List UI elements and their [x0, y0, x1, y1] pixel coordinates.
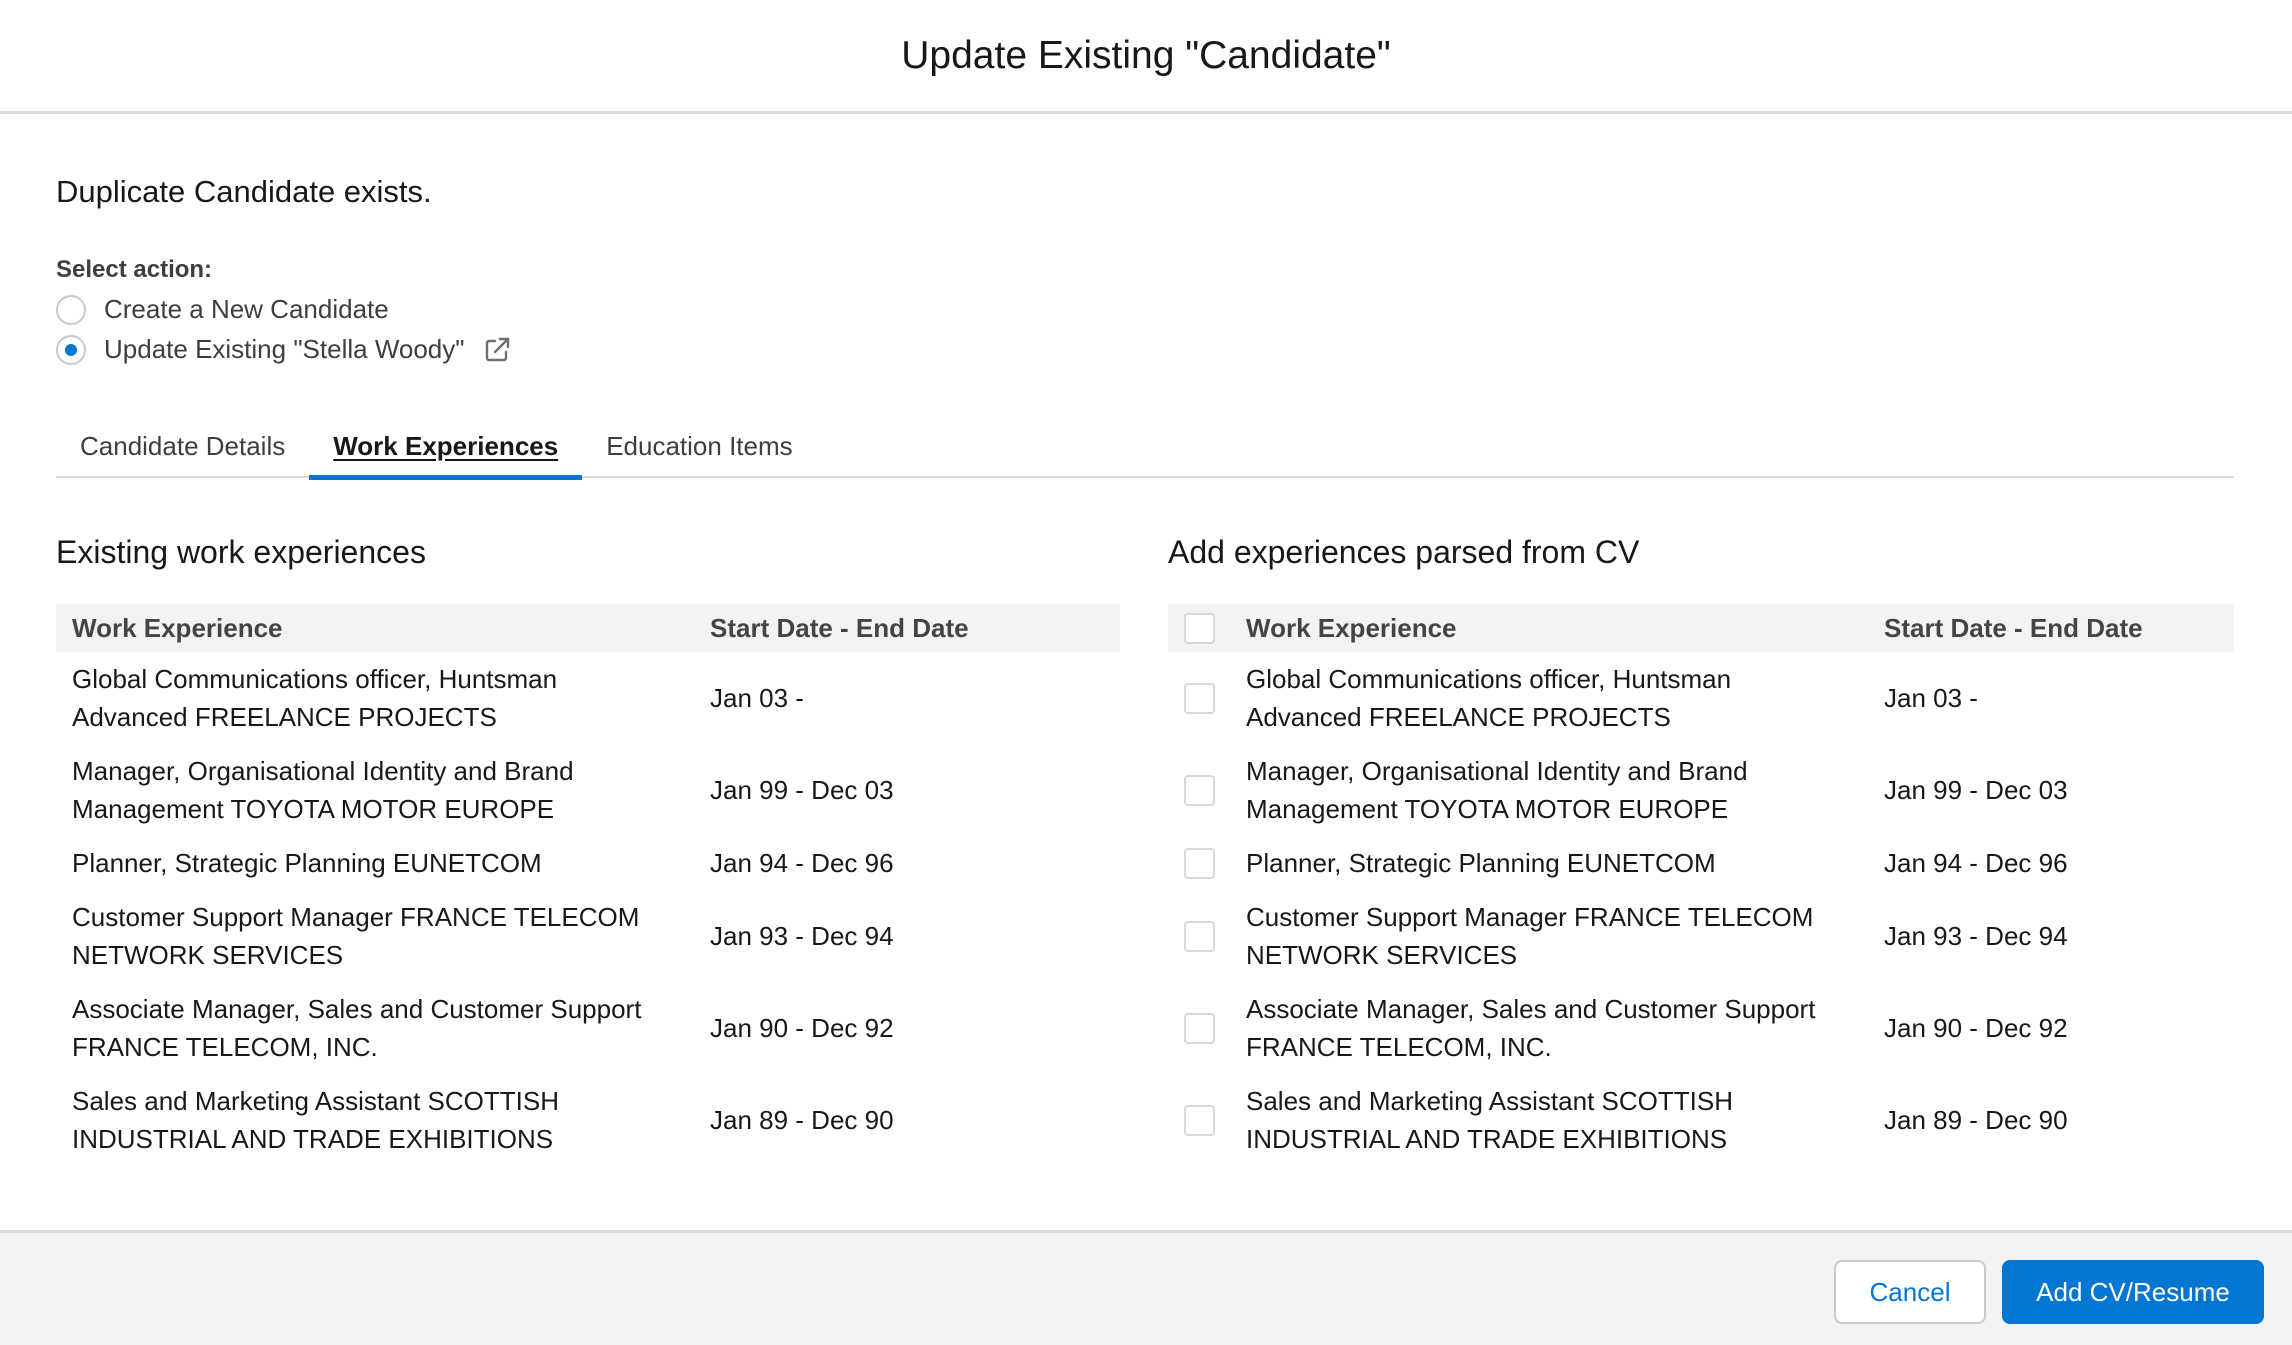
checkbox-cell [1168, 744, 1230, 836]
row-checkbox[interactable] [1184, 920, 1215, 952]
experience-cell: Sales and Marketing Assistant SCOTTISH I… [1246, 1086, 1733, 1154]
tab-bar: Candidate Details Work Experiences Educa… [56, 414, 2234, 480]
column-header-experience: Work Experience [72, 612, 283, 643]
experience-cell: Customer Support Manager FRANCE TELECOM … [1246, 902, 1814, 970]
table-row: Manager, Organisational Identity and Bra… [56, 744, 1120, 836]
select-action-label: Select action: [56, 256, 213, 283]
dates-cell: Jan 89 - Dec 90 [710, 1105, 894, 1135]
checkbox-cell [1168, 652, 1230, 744]
external-link-icon[interactable] [483, 336, 511, 364]
create-new-radio[interactable] [56, 294, 86, 325]
table-row: Sales and Marketing Assistant SCOTTISH I… [56, 1074, 1120, 1166]
row-checkbox[interactable] [1184, 682, 1215, 714]
existing-section-title: Existing work experiences [56, 534, 426, 570]
dates-cell: Jan 90 - Dec 92 [1884, 1013, 2068, 1043]
modal-footer: Cancel Add CV/Resume [0, 1230, 2292, 1345]
table-row: Planner, Strategic Planning EUNETCOM Jan… [56, 836, 1120, 890]
experience-cell: Associate Manager, Sales and Customer Su… [72, 994, 642, 1062]
add-cv-resume-button[interactable]: Add CV/Resume [2002, 1260, 2264, 1324]
dates-cell: Jan 90 - Dec 92 [710, 1013, 894, 1043]
table-row: Global Communications officer, Huntsman … [56, 652, 1120, 744]
row-checkbox[interactable] [1184, 847, 1215, 879]
experience-cell: Global Communications officer, Huntsman … [72, 664, 558, 732]
create-new-label: Create a New Candidate [104, 294, 389, 324]
table-header-row: Work Experience Start Date - End Date [56, 604, 1120, 652]
cancel-button[interactable]: Cancel [1834, 1260, 1986, 1324]
table-row: Customer Support Manager FRANCE TELECOM … [56, 890, 1120, 982]
table-row: Planner, Strategic Planning EUNETCOM Jan… [1168, 836, 2234, 890]
modal-header: Update Existing "Candidate" [0, 0, 2292, 114]
update-candidate-modal: Update Existing "Candidate" Duplicate Ca… [0, 0, 2292, 1345]
modal-title: Update Existing "Candidate" [901, 33, 1391, 77]
parsed-experiences-section: Add experiences parsed from CV Work Expe… [1168, 534, 2234, 1166]
dates-cell: Jan 99 - Dec 03 [1884, 775, 2068, 805]
dates-cell: Jan 93 - Dec 94 [710, 921, 894, 951]
checkbox-cell [1168, 890, 1230, 982]
table-row: Customer Support Manager FRANCE TELECOM … [1168, 890, 2234, 982]
checkbox-cell [1168, 1074, 1230, 1166]
select-all-cell [1168, 604, 1230, 652]
option-create-new[interactable]: Create a New Candidate [56, 294, 389, 325]
table-row: Associate Manager, Sales and Customer Su… [56, 982, 1120, 1074]
experience-cell: Manager, Organisational Identity and Bra… [1246, 756, 1748, 824]
row-checkbox[interactable] [1184, 1012, 1215, 1044]
column-header-dates: Start Date - End Date [1884, 612, 2143, 643]
option-update-existing[interactable]: Update Existing "Stella Woody" [56, 334, 511, 365]
table-row: Sales and Marketing Assistant SCOTTISH I… [1168, 1074, 2234, 1166]
existing-experiences-table: Work Experience Start Date - End Date Gl… [56, 604, 1120, 1166]
dates-cell: Jan 99 - Dec 03 [710, 775, 894, 805]
dates-cell: Jan 94 - Dec 96 [1884, 848, 2068, 878]
parsed-section-title: Add experiences parsed from CV [1168, 534, 1640, 570]
dates-cell: Jan 89 - Dec 90 [1884, 1105, 2068, 1135]
existing-experiences-section: Existing work experiences Work Experienc… [56, 534, 1120, 1166]
dates-cell: Jan 03 - [710, 683, 804, 713]
dates-cell: Jan 94 - Dec 96 [710, 848, 894, 878]
experience-cell: Associate Manager, Sales and Customer Su… [1246, 994, 1816, 1062]
experience-cell: Manager, Organisational Identity and Bra… [72, 756, 574, 824]
experience-cell: Planner, Strategic Planning EUNETCOM [1246, 848, 1716, 878]
parsed-experiences-table: Work Experience Start Date - End Date Gl… [1168, 604, 2234, 1166]
select-all-checkbox[interactable] [1184, 612, 1215, 644]
duplicate-message: Duplicate Candidate exists. [56, 174, 432, 209]
dates-cell: Jan 93 - Dec 94 [1884, 921, 2068, 951]
update-existing-radio[interactable] [56, 334, 86, 365]
tab-candidate-details[interactable]: Candidate Details [56, 414, 309, 478]
column-header-dates: Start Date - End Date [710, 612, 969, 643]
table-row: Manager, Organisational Identity and Bra… [1168, 744, 2234, 836]
tab-education-items[interactable]: Education Items [582, 414, 816, 478]
dates-cell: Jan 03 - [1884, 683, 1978, 713]
checkbox-cell [1168, 836, 1230, 890]
table-row: Global Communications officer, Huntsman … [1168, 652, 2234, 744]
row-checkbox[interactable] [1184, 774, 1215, 806]
table-row: Associate Manager, Sales and Customer Su… [1168, 982, 2234, 1074]
tab-work-experiences[interactable]: Work Experiences [309, 414, 583, 480]
table-header-row: Work Experience Start Date - End Date [1168, 604, 2234, 652]
column-header-experience: Work Experience [1246, 612, 1457, 643]
experience-cell: Sales and Marketing Assistant SCOTTISH I… [72, 1086, 559, 1154]
experience-cell: Customer Support Manager FRANCE TELECOM … [72, 902, 640, 970]
modal-body: Duplicate Candidate exists. Select actio… [0, 114, 2292, 1230]
update-existing-label: Update Existing "Stella Woody" [104, 334, 465, 364]
experience-cell: Planner, Strategic Planning EUNETCOM [72, 848, 542, 878]
checkbox-cell [1168, 982, 1230, 1074]
experience-cell: Global Communications officer, Huntsman … [1246, 664, 1732, 732]
row-checkbox[interactable] [1184, 1104, 1215, 1136]
